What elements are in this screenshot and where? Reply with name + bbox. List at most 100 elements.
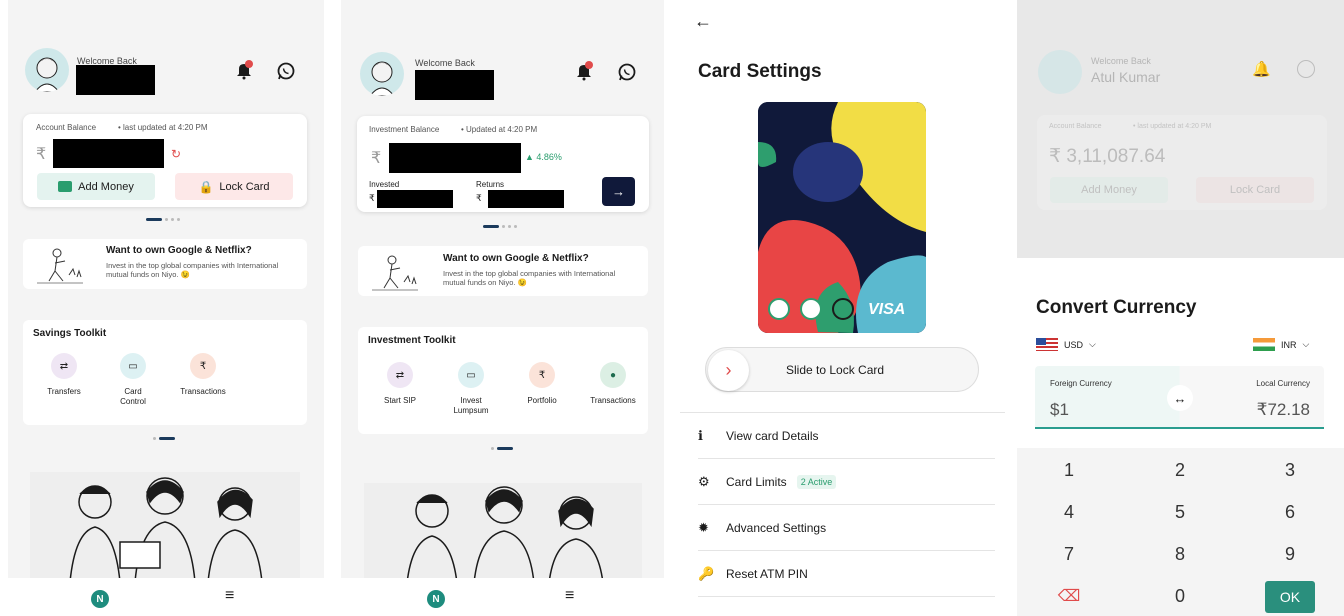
page-title: Card Settings bbox=[698, 61, 822, 82]
arrow-right-button[interactable]: → bbox=[602, 177, 635, 206]
whatsapp-icon[interactable] bbox=[276, 61, 296, 81]
dimmed-background: Welcome Back Atul Kumar 🔔 Account Balanc… bbox=[1017, 0, 1344, 258]
tool-transactions[interactable]: ₹ Transactions bbox=[173, 353, 233, 396]
lock-card-button[interactable]: 🔒 Lock Card bbox=[175, 173, 293, 200]
key-4[interactable]: 4 bbox=[1049, 502, 1089, 523]
wallet-icon bbox=[58, 181, 73, 192]
row-label: View card Details bbox=[726, 428, 819, 443]
add-money-button[interactable]: Add Money bbox=[37, 173, 155, 200]
key-7[interactable]: 7 bbox=[1049, 544, 1089, 565]
pos-icon bbox=[800, 298, 822, 320]
row-view-card-details[interactable]: ℹ View card Details bbox=[698, 413, 995, 459]
whatsapp-icon[interactable] bbox=[617, 62, 637, 82]
backspace-icon[interactable]: ⌫ bbox=[1049, 586, 1089, 606]
toolkit-title: Savings Toolkit bbox=[33, 328, 107, 339]
menu-icon[interactable]: ≡ bbox=[565, 587, 574, 605]
lock-icon: 🔒 bbox=[198, 179, 214, 194]
row-card-limits[interactable]: ⚙ Card Limits 2 Active bbox=[698, 459, 995, 505]
redacted-balance bbox=[389, 143, 521, 173]
niyo-logo-icon[interactable]: N bbox=[91, 590, 109, 608]
key-8[interactable]: 8 bbox=[1160, 544, 1200, 565]
chevron-right-icon: › bbox=[725, 360, 732, 380]
india-flag-icon bbox=[1253, 338, 1275, 351]
bg-balance-amount: ₹ 3,11,087.64 bbox=[1049, 146, 1166, 167]
limits-badge: 2 Active bbox=[796, 474, 837, 489]
returns-label: Returns bbox=[476, 180, 505, 189]
promo-banner[interactable]: Want to own Google & Netflix? Invest in … bbox=[23, 239, 307, 289]
home-screen-savings: Welcome Back Account Balance • last upda… bbox=[8, 0, 324, 616]
redacted-username bbox=[76, 65, 155, 95]
key-3[interactable]: 3 bbox=[1270, 460, 1310, 481]
foreign-amount-input[interactable]: $1 bbox=[1050, 400, 1069, 420]
promo-title: Want to own Google & Netflix? bbox=[106, 245, 252, 256]
lumpsum-icon: ▭ bbox=[458, 362, 484, 388]
row-advanced-settings[interactable]: ✹ Advanced Settings bbox=[698, 505, 995, 551]
key-1[interactable]: 1 bbox=[1049, 460, 1089, 481]
bg-last-updated: • last updated at 4:20 PM bbox=[1133, 123, 1212, 130]
tool-portfolio[interactable]: ₹ Portfolio bbox=[512, 362, 572, 405]
convert-currency-screen: Welcome Back Atul Kumar 🔔 Account Balanc… bbox=[1017, 0, 1344, 616]
key-2[interactable]: 2 bbox=[1160, 460, 1200, 481]
swap-icon[interactable]: ↔ bbox=[1167, 385, 1193, 411]
promo-banner[interactable]: Want to own Google & Netflix? Invest in … bbox=[358, 246, 648, 296]
key-0[interactable]: 0 bbox=[1160, 586, 1200, 607]
promo-subtitle: Invest in the top global companies with … bbox=[443, 269, 616, 287]
us-flag-icon bbox=[1036, 338, 1058, 351]
key-5[interactable]: 5 bbox=[1160, 502, 1200, 523]
ok-button[interactable]: OK bbox=[1265, 581, 1315, 613]
from-currency: USD bbox=[1064, 339, 1084, 350]
info-icon: ℹ bbox=[698, 427, 703, 443]
tool-label: Invest Lumpsum bbox=[453, 396, 489, 415]
people-illustration bbox=[30, 472, 300, 583]
to-currency-select[interactable]: INR ⌵ bbox=[1253, 338, 1309, 351]
currency-symbol: ₹ bbox=[36, 146, 47, 163]
tool-label: Start SIP bbox=[383, 396, 416, 405]
back-arrow-icon[interactable]: ← bbox=[694, 11, 712, 32]
bg-balance-label: Account Balance bbox=[1049, 123, 1102, 130]
lock-card-label: Lock Card bbox=[219, 180, 270, 193]
slider-handle[interactable]: › bbox=[708, 350, 749, 391]
slide-to-lock[interactable]: › Slide to Lock Card bbox=[705, 347, 979, 392]
from-currency-select[interactable]: USD ⌵ bbox=[1036, 338, 1096, 351]
change-percent: ▲ 4.86% bbox=[525, 152, 562, 162]
limits-icon: ⚙ bbox=[698, 473, 710, 489]
tool-invest-lumpsum[interactable]: ▭ Invest Lumpsum bbox=[441, 362, 501, 416]
tool-start-sip[interactable]: ⇄ Start SIP bbox=[370, 362, 430, 405]
transactions-icon: ₹ bbox=[190, 353, 216, 379]
currency-symbol: ₹ bbox=[371, 150, 382, 167]
atm-icon bbox=[768, 298, 790, 320]
bell-icon: 🔔 bbox=[1252, 61, 1271, 78]
carousel-dots bbox=[146, 218, 180, 221]
bell-icon[interactable] bbox=[234, 60, 254, 80]
bg-username: Atul Kumar bbox=[1091, 69, 1161, 85]
investment-toolkit: Investment Toolkit ⇄ Start SIP ▭ Invest … bbox=[358, 327, 648, 434]
bell-icon[interactable] bbox=[574, 61, 594, 81]
tool-transactions[interactable]: ● Transactions bbox=[583, 362, 643, 405]
avatar[interactable] bbox=[360, 52, 404, 96]
toolkit-dots bbox=[491, 447, 513, 450]
add-money-label: Add Money bbox=[78, 180, 134, 193]
updated-time: • Updated at 4:20 PM bbox=[461, 125, 538, 134]
niyo-logo-icon[interactable]: N bbox=[427, 590, 445, 608]
tool-transfers[interactable]: ⇄ Transfers bbox=[34, 353, 94, 396]
transactions-icon: ● bbox=[600, 362, 626, 388]
avatar[interactable] bbox=[25, 48, 69, 92]
refresh-icon[interactable]: ↻ bbox=[171, 147, 181, 161]
key-9[interactable]: 9 bbox=[1270, 544, 1310, 565]
row-reset-atm-pin[interactable]: 🔑 Reset ATM PIN bbox=[698, 551, 995, 597]
contactless-icon bbox=[832, 298, 854, 320]
account-balance-card: Account Balance • last updated at 4:20 P… bbox=[23, 114, 307, 207]
bg-balance-card: Account Balance • last updated at 4:20 P… bbox=[1037, 115, 1327, 210]
sip-icon: ⇄ bbox=[387, 362, 413, 388]
bg-lock-card: Lock Card bbox=[1196, 177, 1314, 203]
menu-icon[interactable]: ≡ bbox=[225, 587, 234, 605]
investment-balance-card: Investment Balance • Updated at 4:20 PM … bbox=[357, 116, 649, 212]
bottom-nav: N ≡ bbox=[341, 578, 664, 616]
bg-add-money: Add Money bbox=[1050, 177, 1168, 203]
key-6[interactable]: 6 bbox=[1270, 502, 1310, 523]
promo-illustration bbox=[37, 248, 83, 284]
bottom-nav: N ≡ bbox=[8, 578, 324, 616]
promo-subtitle: Invest in the top global companies with … bbox=[106, 261, 279, 279]
tool-card-control[interactable]: ▭ Card Control bbox=[103, 353, 163, 407]
redacted-username bbox=[415, 70, 494, 100]
